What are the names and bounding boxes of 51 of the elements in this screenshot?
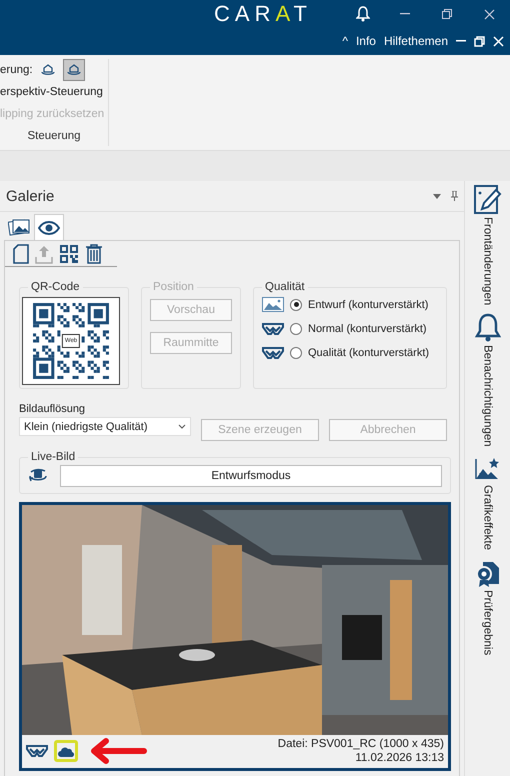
- camera-rotate-icon: [28, 468, 48, 484]
- chevron-icon: [178, 424, 186, 429]
- side-tab[interactable]: Prüfergebnis: [474, 558, 500, 656]
- close-icon[interactable]: [484, 8, 494, 20]
- help-link[interactable]: Info: [356, 34, 376, 48]
- gallery-tab[interactable]: [34, 214, 64, 240]
- landscape-icon: [262, 297, 284, 312]
- arrow-icon: [88, 738, 148, 764]
- option-label: Qualität (konturverstärkt): [308, 347, 430, 359]
- glasses-icon: [262, 322, 284, 336]
- group-title: Qualität: [264, 281, 306, 293]
- group-title: Position: [152, 281, 195, 293]
- file-info: Datei: PSV001_RC (1000 x 435): [278, 737, 444, 751]
- timestamp: 11.02.2026 13:13: [354, 751, 444, 765]
- side-tab[interactable]: Benachrichtigungen: [474, 313, 500, 447]
- help-link[interactable]: Hilfethemen: [384, 34, 448, 48]
- group-title: Live-Bild: [30, 451, 76, 463]
- bell-icon[interactable]: [356, 6, 370, 22]
- side-tab[interactable]: Frontänderungen: [474, 185, 502, 306]
- radio-button[interactable]: [290, 298, 302, 310]
- minimize-icon[interactable]: [400, 13, 410, 15]
- glasses-icon: [26, 744, 48, 758]
- dropdown-icon[interactable]: [433, 194, 441, 198]
- radio-button[interactable]: [290, 347, 302, 359]
- field-label: Bildauflösung: [18, 403, 86, 415]
- restore-icon[interactable]: [442, 9, 452, 19]
- cloud-icon: [58, 746, 74, 756]
- radio-button[interactable]: [290, 323, 302, 335]
- qr-code-icon[interactable]: [59, 244, 79, 264]
- view-button[interactable]: [62, 59, 85, 81]
- group-title: QR-Code: [30, 281, 81, 293]
- mode-button[interactable]: Entwurfsmodus: [60, 465, 442, 487]
- side-tab[interactable]: Grafikeffekte: [474, 454, 502, 550]
- ribbon-command[interactable]: erspektiv-Steuerung: [0, 81, 108, 103]
- house-orbit-icon: [66, 63, 82, 77]
- collapse-caret[interactable]: ^: [342, 34, 348, 48]
- pin-icon[interactable]: [451, 191, 458, 201]
- bell-icon: [474, 313, 500, 344]
- group-label: Steuerung: [26, 130, 82, 144]
- resolution-dropdown[interactable]: Klein (niedrigste Qualität): [19, 417, 191, 436]
- option-label: Entwurf (konturverstärkt): [308, 298, 428, 310]
- panel-title: Galerie: [6, 188, 56, 204]
- glasses-icon: [262, 346, 284, 360]
- trash-icon[interactable]: [85, 244, 103, 264]
- option-label: Normal (konturverstärkt): [308, 323, 427, 335]
- new-page-icon[interactable]: [13, 244, 29, 264]
- pencil-icon: [474, 185, 502, 215]
- cloud-button[interactable]: [54, 740, 78, 762]
- minimize-icon[interactable]: [456, 40, 466, 42]
- control-label: erung:: [0, 64, 33, 76]
- house-orbit-icon: [40, 63, 56, 77]
